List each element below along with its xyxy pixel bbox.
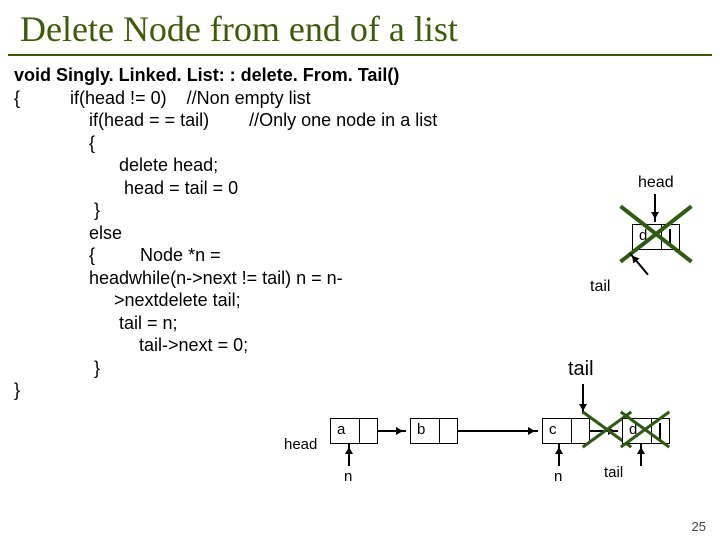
code-line: head = tail = 0 <box>14 177 437 200</box>
node-value: a <box>337 421 345 438</box>
node-b: b <box>410 418 458 444</box>
code-line: } <box>14 357 437 380</box>
code-line: tail->next = 0; <box>14 334 437 357</box>
tail-label: tail <box>590 278 610 296</box>
head-arrow-icon <box>348 444 350 466</box>
code-line: headwhile(n->next != tail) n = n- <box>14 267 437 290</box>
page-number: 25 <box>692 519 706 534</box>
n-arrow-icon <box>558 444 560 466</box>
node-a: a <box>330 418 378 444</box>
tail-arrow-icon <box>640 444 642 466</box>
code-signature: void Singly. Linked. List: : delete. Fro… <box>14 64 437 87</box>
code-line: } <box>14 379 437 402</box>
code-line: delete head; <box>14 154 437 177</box>
code-line: } <box>14 199 437 222</box>
code-line: else <box>14 222 437 245</box>
single-node-diagram: head d tail <box>570 174 690 314</box>
cross-node-icon <box>618 410 672 450</box>
tail-label-upper: tail <box>568 358 594 381</box>
head-label: head <box>284 436 317 453</box>
link-arrow-icon <box>378 430 406 432</box>
link-arrow-icon <box>458 430 538 432</box>
node-value: c <box>549 421 557 438</box>
tail-label-lower: tail <box>604 464 623 481</box>
slide-title: Delete Node from end of a list <box>8 0 712 56</box>
n-label: n <box>344 468 352 485</box>
code-line: { <box>14 132 437 155</box>
code-block: void Singly. Linked. List: : delete. Fro… <box>14 64 437 402</box>
linked-list-diagram: head a b c d n n tail <box>300 418 700 518</box>
cross-link-icon <box>580 410 620 450</box>
head-label: head <box>638 174 674 192</box>
code-line: >nextdelete tail; <box>14 289 437 312</box>
n-label: n <box>554 468 562 485</box>
node-value: b <box>417 421 425 438</box>
code-line: tail = n; <box>14 312 437 335</box>
code-line: { Node *n = <box>14 244 437 267</box>
code-line: if(head = = tail) //Only one node in a l… <box>14 109 437 132</box>
code-line: { if(head != 0) //Non empty list <box>14 87 437 110</box>
